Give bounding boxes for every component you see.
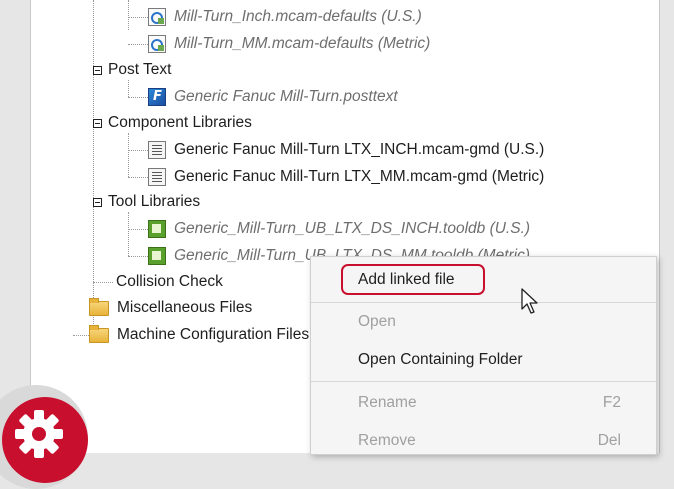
- defaults-file-icon: [148, 8, 166, 26]
- context-menu: Add linked file Open Open Containing Fol…: [310, 256, 657, 455]
- tree-guide-line: [128, 229, 148, 230]
- tree-guide-line: [128, 44, 148, 45]
- mouse-cursor-icon: [521, 288, 538, 314]
- tree-guide-line: [128, 133, 129, 177]
- folder-icon: [89, 297, 109, 316]
- tooldb-file-icon: [148, 220, 166, 238]
- tree-item-label: Generic Fanuc Mill-Turn LTX_INCH.mcam-gm…: [174, 141, 545, 158]
- tree-guide-line: [128, 150, 148, 151]
- tree-item-inch-defaults[interactable]: Mill-Turn_Inch.mcam-defaults (U.S.): [148, 5, 422, 29]
- menu-separator: [311, 302, 656, 303]
- collapse-toggle-icon[interactable]: [93, 197, 102, 207]
- tree-guide-line: [93, 282, 113, 283]
- tree-guide-line: [128, 256, 148, 257]
- menu-item-label: Rename: [358, 394, 417, 411]
- tree-item-mm-defaults[interactable]: Mill-Turn_MM.mcam-defaults (Metric): [148, 32, 430, 56]
- folder-icon: [89, 324, 109, 343]
- tree-item-label: Mill-Turn_MM.mcam-defaults (Metric): [174, 35, 431, 52]
- tree-node-post-text[interactable]: Post Text: [93, 58, 171, 82]
- tree-guide-line: [128, 212, 129, 256]
- gmd-file-icon: [148, 141, 166, 159]
- tree-guide-line: [128, 97, 148, 98]
- tree-node-miscellaneous-files[interactable]: Miscellaneous Files: [89, 296, 252, 320]
- menu-separator: [311, 381, 656, 382]
- tree-node-label: Machine Configuration Files: [117, 326, 310, 343]
- gear-icon: [15, 410, 63, 458]
- tree-node-label: Collision Check: [116, 273, 223, 290]
- highlight-box: [341, 264, 485, 295]
- tree-guide-line: [128, 17, 148, 18]
- menu-item-open-containing-folder[interactable]: Open Containing Folder: [311, 345, 656, 375]
- tree-node-label: Component Libraries: [108, 114, 252, 131]
- tree-node-label: Post Text: [108, 61, 172, 78]
- menu-item-shortcut: Del: [597, 432, 621, 449]
- tree-item-label: Generic Fanuc Mill-Turn LTX_MM.mcam-gmd …: [174, 168, 545, 185]
- tree-node-label: Tool Libraries: [108, 193, 201, 210]
- tree-node-tool-libraries[interactable]: Tool Libraries: [93, 190, 200, 214]
- gmd-file-icon: [148, 168, 166, 186]
- tree-guide-line: [128, 177, 148, 178]
- defaults-file-icon: [148, 35, 166, 53]
- collapse-toggle-icon[interactable]: [93, 65, 102, 75]
- tree-guide-line: [128, 80, 129, 97]
- tree-guide-line: [128, 0, 129, 30]
- menu-item-rename[interactable]: Rename F2: [311, 388, 656, 418]
- menu-item-open[interactable]: Open: [311, 307, 656, 337]
- menu-item-shortcut: F2: [602, 394, 621, 411]
- tree-item-gmd-inch[interactable]: Generic Fanuc Mill-Turn LTX_INCH.mcam-gm…: [148, 138, 544, 162]
- menu-item-label: Open Containing Folder: [358, 351, 523, 368]
- tree-item-label: Mill-Turn_Inch.mcam-defaults (U.S.): [174, 8, 422, 25]
- tree-node-component-libraries[interactable]: Component Libraries: [93, 111, 252, 135]
- post-file-icon: [148, 88, 166, 106]
- tree-item-label: Generic_Mill-Turn_UB_LTX_DS_INCH.tooldb …: [174, 220, 531, 237]
- tree-item-posttext[interactable]: Generic Fanuc Mill-Turn.posttext: [148, 85, 398, 109]
- tree-item-label: Generic Fanuc Mill-Turn.posttext: [174, 88, 398, 105]
- tree-node-collision-check[interactable]: Collision Check: [116, 270, 223, 294]
- collapse-toggle-icon[interactable]: [93, 118, 102, 128]
- tree-item-gmd-mm[interactable]: Generic Fanuc Mill-Turn LTX_MM.mcam-gmd …: [148, 165, 544, 189]
- tree-node-machine-configuration-files[interactable]: Machine Configuration Files: [89, 323, 309, 347]
- tree-item-tooldb-inch[interactable]: Generic_Mill-Turn_UB_LTX_DS_INCH.tooldb …: [148, 217, 530, 241]
- tree-node-label: Miscellaneous Files: [117, 299, 253, 316]
- menu-item-label: Remove: [358, 432, 416, 449]
- menu-item-label: Open: [358, 313, 396, 330]
- tooldb-file-icon: [148, 247, 166, 265]
- menu-item-remove[interactable]: Remove Del: [311, 426, 656, 456]
- tree-guide-line: [93, 0, 94, 336]
